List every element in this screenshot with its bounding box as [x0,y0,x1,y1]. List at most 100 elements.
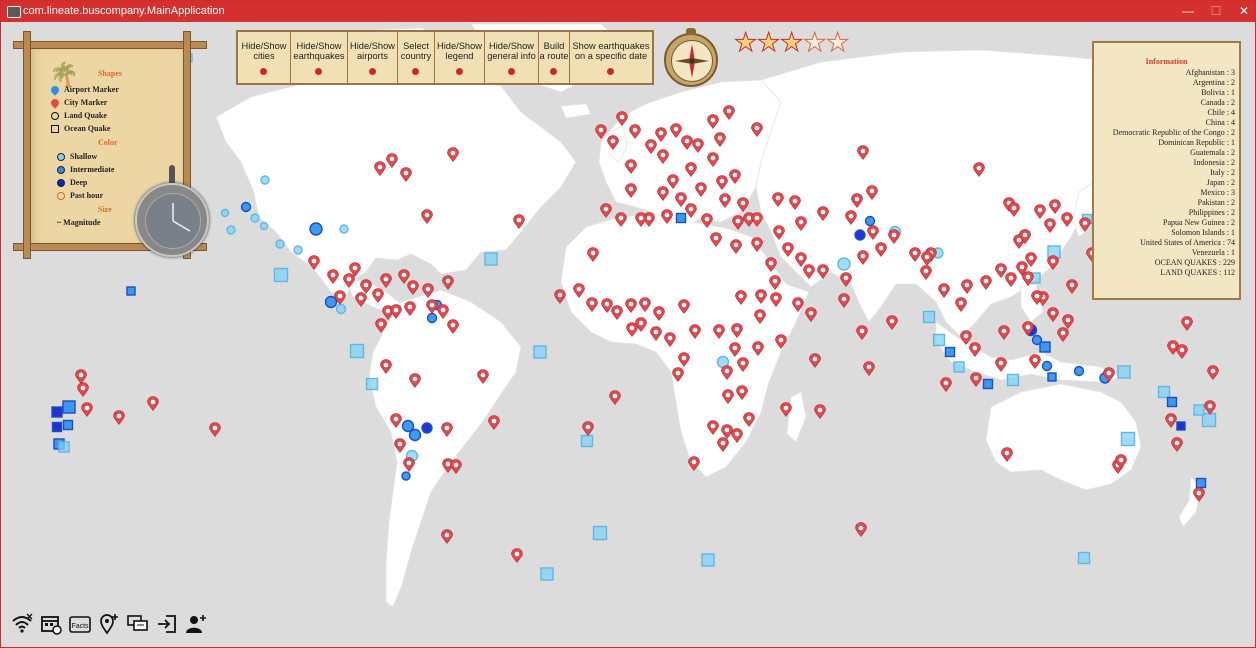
ocean-quake-marker[interactable] [62,419,74,431]
star-empty-icon[interactable]: ★ [826,28,850,57]
land-quake-marker[interactable] [275,239,285,249]
ocean-quake-marker[interactable] [533,345,547,359]
toggle-cities-label: Hide/Show cities [241,41,287,61]
land-quake-marker[interactable] [260,175,270,185]
land-quake-marker[interactable] [401,471,411,481]
toggle-general-info-button[interactable]: Hide/Show general info [485,32,539,83]
information-row: Bolivia : 1 [1201,88,1235,97]
star-empty-icon[interactable]: ★ [803,28,827,57]
land-quake-marker[interactable] [309,222,323,236]
shallow-swatch-icon [57,153,65,162]
information-row: Indonesia : 2 [1193,158,1235,167]
compass-dial [671,40,713,82]
login-icon[interactable] [156,613,178,635]
wifi-off-icon[interactable] [11,613,33,635]
star-filled-icon[interactable]: ★ [734,28,758,57]
land-quake-marker[interactable] [864,215,876,227]
facts-icon[interactable]: Facts [69,613,91,635]
earthquakes-by-date-button[interactable]: Show earthquakes on a specific date [570,32,652,83]
legend-top-pole [13,41,207,49]
ocean-quake-marker[interactable] [1117,365,1131,379]
toggle-airports-button[interactable]: Hide/Show airports [348,32,398,83]
legend-past-hour: Past hour [57,191,103,201]
minimize-button[interactable]: — [1173,3,1203,19]
land-quake-marker[interactable] [335,303,347,315]
ocean-quake-marker[interactable] [982,378,994,390]
ocean-quake-marker[interactable] [1120,431,1136,447]
ocean-quake-marker[interactable] [1006,373,1020,387]
toggle-earthquakes-label: Hide/Show earthquakes [293,41,345,61]
calendar-icon[interactable] [40,613,62,635]
ocean-quake-marker[interactable] [365,377,379,391]
toggle-cities-button[interactable]: Hide/Show cities [238,32,291,83]
ocean-quake-marker[interactable] [1193,404,1205,416]
build-route-button[interactable]: Build a route [539,32,570,83]
information-row: Solomon Islands : 1 [1171,228,1235,237]
land-quake-marker[interactable] [837,257,851,271]
ocean-quake-marker[interactable] [1157,385,1171,399]
ocean-quake-marker[interactable] [484,252,498,266]
land-quake-marker[interactable] [240,201,252,213]
land-quake-marker[interactable] [1041,360,1053,372]
land-quake-marker[interactable] [1073,365,1085,377]
land-quake-marker[interactable] [854,229,866,241]
legend-land-quake-label: Land Quake [64,111,107,120]
ocean-quake-marker[interactable] [944,346,956,358]
ocean-quake-marker[interactable] [349,343,365,359]
watch-chain [169,165,175,185]
star-filled-icon[interactable]: ★ [780,28,804,57]
chat-icon[interactable] [127,613,149,635]
information-row: Venezuela : 1 [1191,248,1235,257]
toggle-airports-label: Hide/Show airports [350,41,395,61]
ocean-quake-marker[interactable] [922,310,936,324]
information-panel: Information Afghanistan : 3 Argentina : 2… [1092,41,1241,300]
information-row: Chile : 4 [1207,108,1235,117]
add-user-icon[interactable] [185,613,207,635]
ocean-quake-marker[interactable] [62,400,76,414]
ocean-quake-marker[interactable] [1077,551,1091,565]
ocean-quake-marker[interactable] [51,406,63,418]
ocean-quake-marker[interactable] [1176,421,1186,431]
ocean-quake-marker[interactable] [953,361,965,373]
ocean-quake-marker[interactable] [126,286,136,296]
land-quake-marker[interactable] [220,208,230,218]
compass-knob [686,28,696,35]
land-quake-marker[interactable] [293,245,303,255]
land-quake-marker[interactable] [259,221,269,231]
land-quake-marker[interactable] [339,224,349,234]
land-quake-marker[interactable] [324,295,338,309]
ocean-quake-marker[interactable] [58,441,70,453]
land-quake-marker[interactable] [1031,334,1043,346]
maximize-button[interactable]: ☐ [1201,3,1231,19]
select-country-button[interactable]: Select country [398,32,435,83]
legend-shapes-title: Shapes [98,69,123,78]
ocean-quake-marker[interactable] [592,525,608,541]
bottom-toolbar: Facts [11,613,207,639]
toggle-general-info-label: Hide/Show general info [487,41,536,61]
land-quake-marker[interactable] [226,225,236,235]
land-quake-marker[interactable] [421,422,433,434]
close-button[interactable]: ✕ [1229,3,1255,19]
ocean-quake-marker[interactable] [1166,396,1178,408]
land-quake-marker[interactable] [408,428,422,442]
star-filled-icon[interactable]: ★ [757,28,781,57]
ocean-quake-marker[interactable] [1047,372,1057,382]
ocean-quake-marker[interactable] [701,553,715,567]
ocean-quake-marker[interactable] [675,212,687,224]
ocean-quake-marker[interactable] [51,421,63,433]
ocean-quake-marker[interactable] [273,267,289,283]
ocean-quake-marker[interactable] [1039,341,1051,353]
ocean-quake-marker[interactable] [932,333,946,347]
legend-intermediate-label: Intermediate [70,165,115,174]
ocean-quake-marker[interactable] [1195,477,1207,489]
ocean-quake-marker[interactable] [540,567,554,581]
information-row: Democratic Republic of the Congo : 2 [1112,128,1235,137]
add-location-icon[interactable] [98,613,120,635]
ocean-quake-marker[interactable] [580,434,594,448]
land-quake-marker[interactable] [250,213,260,223]
land-quake-marker[interactable] [426,312,438,324]
toggle-earthquakes-button[interactable]: Hide/Show earthquakes [291,32,348,83]
information-rows: Afghanistan : 3 Argentina : 2 Bolivia : 1C… [1113,68,1235,278]
select-country-indicator [412,68,419,75]
toggle-legend-button[interactable]: Hide/Show legend [435,32,485,83]
